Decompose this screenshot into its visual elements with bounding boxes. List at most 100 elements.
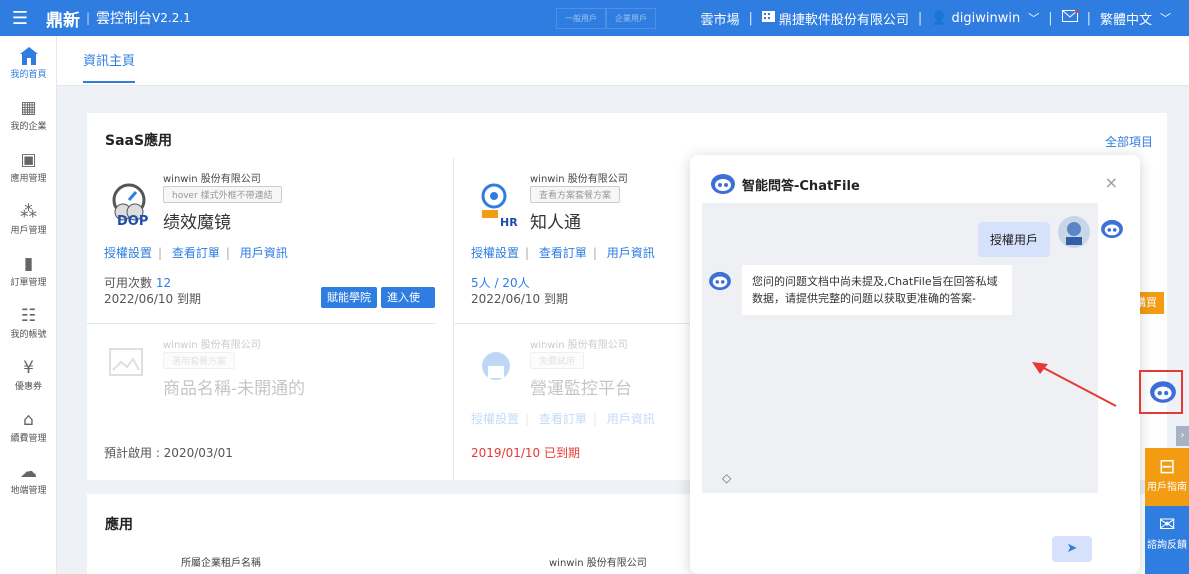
card-company: winwin 股份有限公司	[549, 558, 647, 569]
user-icon: 👤	[931, 10, 948, 26]
user-type-tabs: 一般用戶 企業用戶	[556, 8, 656, 29]
sidebar: 我的首頁 ▦ 我的企業 ▣ 應用管理 ⁂ 用戶管理 ▮ 訂單管理 ☷ 我的帳號 …	[0, 36, 57, 574]
user-info-link[interactable]: 用戶資訊	[607, 412, 655, 426]
menu-icon[interactable]: ☰	[8, 8, 32, 29]
expired-date: 2019/01/10 已到期	[471, 446, 580, 460]
coupon-icon: ¥	[23, 358, 34, 378]
sidebar-item-renewal[interactable]: ⌂ 續費管理	[0, 410, 57, 444]
view-orders-link[interactable]: 查看訂單	[172, 246, 220, 260]
activation-date: 預計啟用 : 2020/03/01	[104, 446, 233, 460]
enter-use-button[interactable]: 進入使用	[381, 287, 435, 325]
card-company: 所屬企業租戶名稱	[181, 558, 261, 569]
collapse-icon[interactable]: ›	[1176, 426, 1189, 446]
annotation-arrow	[1032, 362, 1117, 407]
app-card[interactable]: winwin 股份有限公司 選用套餐方案 商品名稱-未開通的 預計啟用 : 20…	[87, 323, 435, 480]
card-links: 授權設置 | 查看訂單 | 用戶資訊	[471, 412, 655, 426]
image-placeholder-icon	[109, 348, 149, 388]
users-icon: ⁂	[20, 202, 37, 222]
card-product-name: 绩效魔镜	[163, 213, 231, 233]
username[interactable]: digiwinwin	[952, 11, 1021, 26]
sliders-icon: ☷	[20, 306, 37, 326]
all-items-link[interactable]: 全部項目	[1105, 133, 1153, 150]
book-icon: ⊟	[1158, 454, 1176, 478]
top-right-nav: 雲市場 | 鼎捷軟件股份有限公司 | 👤 digiwinwin ﹀ | | 繁體…	[701, 0, 1171, 36]
sidebar-item-onprem[interactable]: ☁ 地端管理	[0, 462, 57, 496]
card-company: winwin 股份有限公司	[163, 340, 261, 351]
user-info-link[interactable]: 用戶資訊	[607, 246, 655, 260]
user-avatar-icon	[1056, 215, 1092, 252]
chat-launcher-icon[interactable]	[1149, 380, 1177, 407]
building-icon: ▦	[20, 98, 37, 118]
brand[interactable]: 鼎新 | 雲控制台	[46, 6, 152, 31]
company-switcher[interactable]: 鼎捷軟件股份有限公司	[779, 9, 909, 28]
product-icon-label: HR	[500, 216, 518, 229]
card-product-name: 知人通	[530, 213, 581, 233]
user-info-link[interactable]: 用戶資訊	[240, 246, 288, 260]
sidebar-item-users[interactable]: ⁂ 用戶管理	[0, 202, 57, 236]
mail-icon: ✉	[1158, 512, 1176, 536]
mail-icon[interactable]	[1061, 9, 1079, 26]
usage-count: 可用次數 12	[104, 276, 172, 290]
home-icon	[0, 46, 57, 66]
sidebar-item-enterprise[interactable]: ▦ 我的企業	[0, 98, 57, 132]
marketplace-link[interactable]: 雲市場	[701, 9, 740, 28]
card-tag: 選用套餐方案	[163, 352, 236, 369]
card-links: 授權設置 | 查看訂單 | 用戶資訊	[471, 246, 655, 260]
academy-button[interactable]: 賦能學院	[321, 287, 377, 308]
card-tag: hover 樣式外框不帶連結	[163, 186, 282, 203]
renew-icon: ⌂	[23, 410, 34, 430]
card-tag: 免費試用	[530, 352, 585, 369]
brand-name: 雲控制台	[96, 11, 153, 27]
chevron-down-icon[interactable]: ﹀	[1160, 10, 1171, 26]
top-bar: ☰ 鼎新 | 雲控制台 V2.2.1 一般用戶 企業用戶 雲市場 | 鼎捷軟件股…	[0, 0, 1189, 36]
product-icon-label: DOP	[117, 214, 149, 229]
expiry-date: 2022/06/10 到期	[471, 292, 568, 306]
sidebar-item-coupons[interactable]: ¥ 優惠券	[0, 358, 57, 392]
view-orders-link[interactable]: 查看訂單	[539, 246, 587, 260]
app-card[interactable]: DOP winwin 股份有限公司 hover 樣式外框不帶連結 绩效魔镜 授權…	[87, 158, 435, 325]
seat-count: 5人 / 20人	[471, 276, 530, 290]
tab-dashboard[interactable]: 資訊主頁	[83, 50, 136, 83]
card-product-name: 營運監控平台	[530, 379, 632, 399]
bot-message: 您问的问题文档中尚未提及,ChatFile旨在回答私域数据，请提供完整的问题以获…	[742, 265, 1012, 315]
divider: |	[748, 10, 753, 26]
user-message: 授權用戶	[977, 222, 1050, 257]
divider: |	[1086, 10, 1091, 26]
brand-separator: |	[86, 11, 91, 25]
divider: |	[1048, 10, 1053, 26]
section-title: SaaS應用	[105, 133, 173, 149]
version-label: V2.2.1	[152, 11, 191, 25]
sidebar-item-apps[interactable]: ▣ 應用管理	[0, 150, 57, 184]
page-tabs: 資訊主頁	[57, 36, 1189, 86]
send-button[interactable]: ➤	[1052, 536, 1092, 562]
card-company: winwin 股份有限公司	[163, 174, 261, 185]
user-guide-button[interactable]: ⊟ 用戶指南	[1145, 448, 1189, 506]
chat-messages: 授權用戶 您问的问题文档中尚未提及,ChatFile旨在回答私域数据，请提供完整…	[702, 203, 1098, 493]
license-settings-link[interactable]: 授權設置	[471, 246, 519, 260]
brand-logo: 鼎新	[46, 10, 80, 31]
eraser-icon[interactable]: ◇	[722, 471, 731, 485]
license-settings-link[interactable]: 授權設置	[471, 412, 519, 426]
robot-icon	[708, 271, 732, 294]
robot-icon	[710, 173, 736, 198]
chat-input[interactable]	[702, 493, 1098, 567]
sidebar-item-home[interactable]: 我的首頁	[0, 46, 57, 80]
sidebar-item-orders[interactable]: ▮ 訂單管理	[0, 254, 57, 288]
card-company: winwin 股份有限公司	[530, 174, 628, 185]
tab-enterprise-user[interactable]: 企業用戶	[606, 8, 656, 29]
card-company: winwin 股份有限公司	[530, 340, 628, 351]
building-icon	[761, 10, 775, 26]
language-switcher[interactable]: 繁體中文	[1100, 9, 1152, 28]
expiry-date: 2022/06/10 到期	[104, 292, 201, 306]
chevron-down-icon[interactable]: ﹀	[1028, 10, 1039, 26]
view-orders-link[interactable]: 查看訂單	[539, 412, 587, 426]
sidebar-item-account[interactable]: ☷ 我的帳號	[0, 306, 57, 340]
card-product-name: 商品名稱-未開通的	[163, 379, 306, 399]
tab-general-user[interactable]: 一般用戶	[556, 8, 606, 29]
close-icon[interactable]: ×	[1105, 173, 1118, 192]
card-links: 授權設置 | 查看訂單 | 用戶資訊	[104, 246, 288, 260]
feedback-button[interactable]: ✉ 諮詢反饋	[1145, 506, 1189, 574]
license-settings-link[interactable]: 授權設置	[104, 246, 152, 260]
store-icon	[476, 348, 516, 388]
grid-icon: ▣	[20, 150, 37, 170]
